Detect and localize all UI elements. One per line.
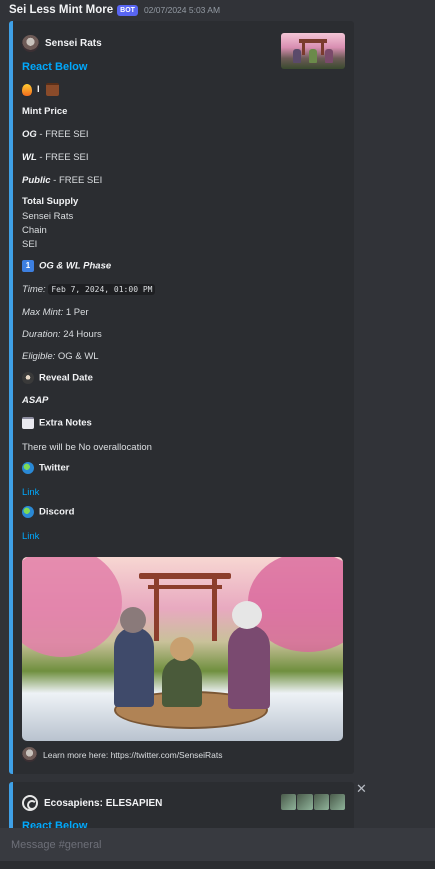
supply-line-2: Chain xyxy=(22,225,47,236)
duration-label: Duration: xyxy=(22,329,61,340)
discord-link[interactable]: Link xyxy=(22,531,39,542)
public-value: - FREE SEI xyxy=(50,175,103,186)
eligible-value: OG & WL xyxy=(55,351,99,362)
message-header: Sei Less Mint More BOT 02/07/2024 5:03 A… xyxy=(9,3,220,17)
footer-avatar xyxy=(22,747,37,762)
reveal-heading: Reveal Date xyxy=(22,372,93,384)
embed-footer: Learn more here: https://twitter.com/Sen… xyxy=(22,747,223,762)
message-author[interactable]: Sei Less Mint More xyxy=(9,4,113,16)
reveal-label: Reveal Date xyxy=(39,372,93,384)
notes-value: There will be No overallocation xyxy=(22,442,152,453)
ninja-icon xyxy=(22,372,34,384)
discord-label: Discord xyxy=(39,506,75,518)
twitter-heading: Twitter xyxy=(22,462,69,474)
embed-title[interactable]: React Below xyxy=(22,61,87,73)
notes-heading: Extra Notes xyxy=(22,417,92,429)
close-icon[interactable]: ✕ xyxy=(356,781,367,797)
embed-card-2: Ecosapiens: ELESAPIEN React Below xyxy=(9,782,354,832)
notes-label: Extra Notes xyxy=(39,417,92,429)
embed-author: Sensei Rats xyxy=(22,35,102,52)
reaction-line: I xyxy=(22,83,64,96)
max-mint-row: Max Mint: 1 Per xyxy=(22,307,89,318)
embed2-thumbnail[interactable] xyxy=(281,794,345,810)
public-price: Public - FREE SEI xyxy=(22,175,102,186)
embed2-author-name: Ecosapiens: ELESAPIEN xyxy=(44,797,163,809)
og-label: OG xyxy=(22,129,37,140)
reaction-line-text: I xyxy=(37,84,40,96)
embed-image[interactable] xyxy=(22,557,343,741)
keycap-one-icon: 1 xyxy=(22,260,34,272)
embed-card: Sensei Rats React Below I Mint Price OG … xyxy=(9,21,354,774)
mint-price-label: Mint Price xyxy=(22,106,68,117)
flame-icon xyxy=(22,83,32,96)
embed-author-avatar xyxy=(22,35,39,52)
og-value: - FREE SEI xyxy=(36,129,89,140)
reveal-value: ASAP xyxy=(22,395,49,406)
duration-value: 24 Hours xyxy=(60,329,102,340)
time-value[interactable]: Feb 7, 2024, 01:00 PM xyxy=(48,284,156,295)
message-input[interactable] xyxy=(9,834,423,856)
twitter-label: Twitter xyxy=(39,462,70,474)
ecosapiens-logo-icon xyxy=(22,795,38,811)
message-composer xyxy=(0,828,435,861)
wl-label: WL xyxy=(22,152,37,163)
og-price: OG - FREE SEI xyxy=(22,129,89,140)
max-mint-label: Max Mint: xyxy=(22,307,64,318)
globe-icon xyxy=(22,506,34,518)
wl-value: - FREE SEI xyxy=(36,152,89,163)
max-mint-value: 1 Per xyxy=(63,307,89,318)
phase-label: OG & WL Phase xyxy=(39,260,112,272)
bottom-strip xyxy=(0,861,435,869)
notepad-icon xyxy=(22,417,34,429)
embed-author-name: Sensei Rats xyxy=(45,38,102,49)
phase-heading: 1 OG & WL Phase xyxy=(22,260,111,272)
embed2-author: Ecosapiens: ELESAPIEN xyxy=(22,795,162,811)
briefcase-icon xyxy=(46,83,60,96)
total-supply-label: Total Supply xyxy=(22,196,79,207)
footer-text: Learn more here: https://twitter.com/Sen… xyxy=(43,749,223,760)
duration-row: Duration: 24 Hours xyxy=(22,329,102,340)
bot-badge: BOT xyxy=(117,4,138,16)
wl-price: WL - FREE SEI xyxy=(22,152,89,163)
globe-icon xyxy=(22,462,34,474)
discord-heading: Discord xyxy=(22,506,74,518)
time-row: Time: Feb 7, 2024, 01:00 PM xyxy=(22,284,156,295)
supply-line-1: Sensei Rats xyxy=(22,211,74,222)
public-label: Public xyxy=(22,175,51,186)
twitter-link[interactable]: Link xyxy=(22,487,39,498)
eligible-row: Eligible: OG & WL xyxy=(22,351,99,362)
embed-thumbnail[interactable] xyxy=(281,33,345,69)
time-label: Time: xyxy=(22,284,46,295)
supply-line-3: SEI xyxy=(22,239,38,250)
message-timestamp[interactable]: 02/07/2024 5:03 AM xyxy=(144,5,220,15)
eligible-label: Eligible: xyxy=(22,351,56,362)
